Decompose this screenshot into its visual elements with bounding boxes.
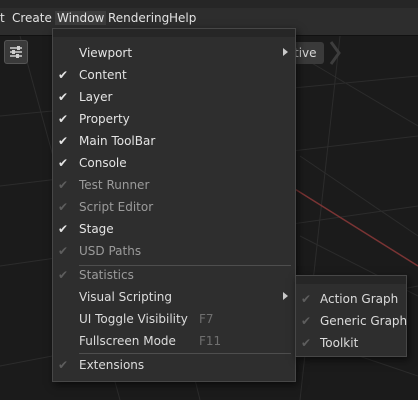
menu-item-statistics[interactable]: ✔ Statistics [53,265,295,287]
check-icon: ✔ [58,68,69,82]
submenu-arrow-icon [283,48,288,56]
menu-item-shortcut: F11 [199,334,222,348]
menu-item-stage[interactable]: ✔ Stage [53,219,295,241]
check-icon: ✔ [58,268,69,282]
visual-scripting-submenu: ✔ Action Graph ✔ Generic Graph ✔ Toolkit [295,275,407,357]
chevron-right-icon[interactable] [328,40,342,66]
check-icon: ✔ [301,336,312,350]
check-icon: ✔ [58,112,69,126]
menu-item-label: UI Toggle Visibility [79,312,188,326]
menu-item-label: Content [79,68,127,82]
submenu-item-action-graph[interactable]: ✔ Action Graph [296,289,406,311]
menu-item-label: Visual Scripting [79,290,172,304]
menu-item-content[interactable]: ✔ Content [53,65,295,87]
x-axis-line [289,185,418,267]
menu-create[interactable]: Create [12,11,52,25]
sliders-icon [10,46,22,58]
viewport-settings-button[interactable] [4,40,28,64]
menu-item-property[interactable]: ✔ Property [53,109,295,131]
menu-item-visual-scripting[interactable]: Visual Scripting [53,287,295,309]
menu-item-label: Viewport [79,46,133,60]
submenu-item-label: Toolkit [320,336,359,350]
submenu-item-label: Action Graph [320,292,399,306]
check-icon: ✔ [58,222,69,236]
menu-item-script-editor[interactable]: ✔ Script Editor [53,197,295,219]
window-menu: Viewport ✔ Content ✔ Layer ✔ Property ✔ … [52,28,296,382]
menu-edit-partial[interactable]: t [0,11,5,25]
submenu-item-generic-graph[interactable]: ✔ Generic Graph [296,311,408,333]
submenu-top-strip [296,276,406,284]
check-icon: ✔ [58,156,69,170]
menu-top-strip [53,29,295,37]
menu-item-label: Stage [79,222,114,236]
check-icon: ✔ [301,292,312,306]
check-icon: ✔ [58,178,69,192]
menu-item-main-toolbar[interactable]: ✔ Main ToolBar [53,131,295,153]
menu-item-label: Layer [79,90,113,104]
menu-item-label: USD Paths [79,244,142,258]
check-icon: ✔ [58,200,69,214]
check-icon: ✔ [58,244,69,258]
menu-item-label: Fullscreen Mode [79,334,176,348]
viewport-mode-label: tive [294,46,317,60]
menu-item-label: Test Runner [79,178,150,192]
menu-item-viewport[interactable]: Viewport [53,43,295,65]
menu-rendering[interactable]: Rendering [108,11,169,25]
menu-item-label: Main ToolBar [79,134,156,148]
menu-item-layer[interactable]: ✔ Layer [53,87,295,109]
menu-window[interactable]: Window [55,11,107,25]
check-icon: ✔ [301,314,312,328]
check-icon: ✔ [58,90,69,104]
menu-item-fullscreen-mode[interactable]: Fullscreen Mode F11 [53,331,295,353]
menu-item-label: Console [79,156,127,170]
menu-item-label: Extensions [79,358,145,372]
check-icon: ✔ [58,358,69,372]
menu-item-test-runner[interactable]: ✔ Test Runner [53,175,295,197]
menu-item-console[interactable]: ✔ Console [53,153,295,175]
menu-item-label: Statistics [79,268,134,282]
menu-separator [79,353,291,354]
menu-item-ui-toggle-visibility[interactable]: UI Toggle Visibility F7 [53,309,295,331]
menu-item-shortcut: F7 [199,312,214,326]
submenu-item-label: Generic Graph [320,314,408,328]
submenu-arrow-icon [283,292,288,300]
menu-item-extensions[interactable]: ✔ Extensions [53,355,295,377]
check-icon: ✔ [58,134,69,148]
menu-item-label: Script Editor [79,200,154,214]
menu-help[interactable]: Help [169,11,196,25]
submenu-item-toolkit[interactable]: ✔ Toolkit [296,333,406,355]
menu-item-usd-paths[interactable]: ✔ USD Paths [53,241,295,263]
menu-item-label: Property [79,112,130,126]
menubar-top-strip [0,0,418,8]
